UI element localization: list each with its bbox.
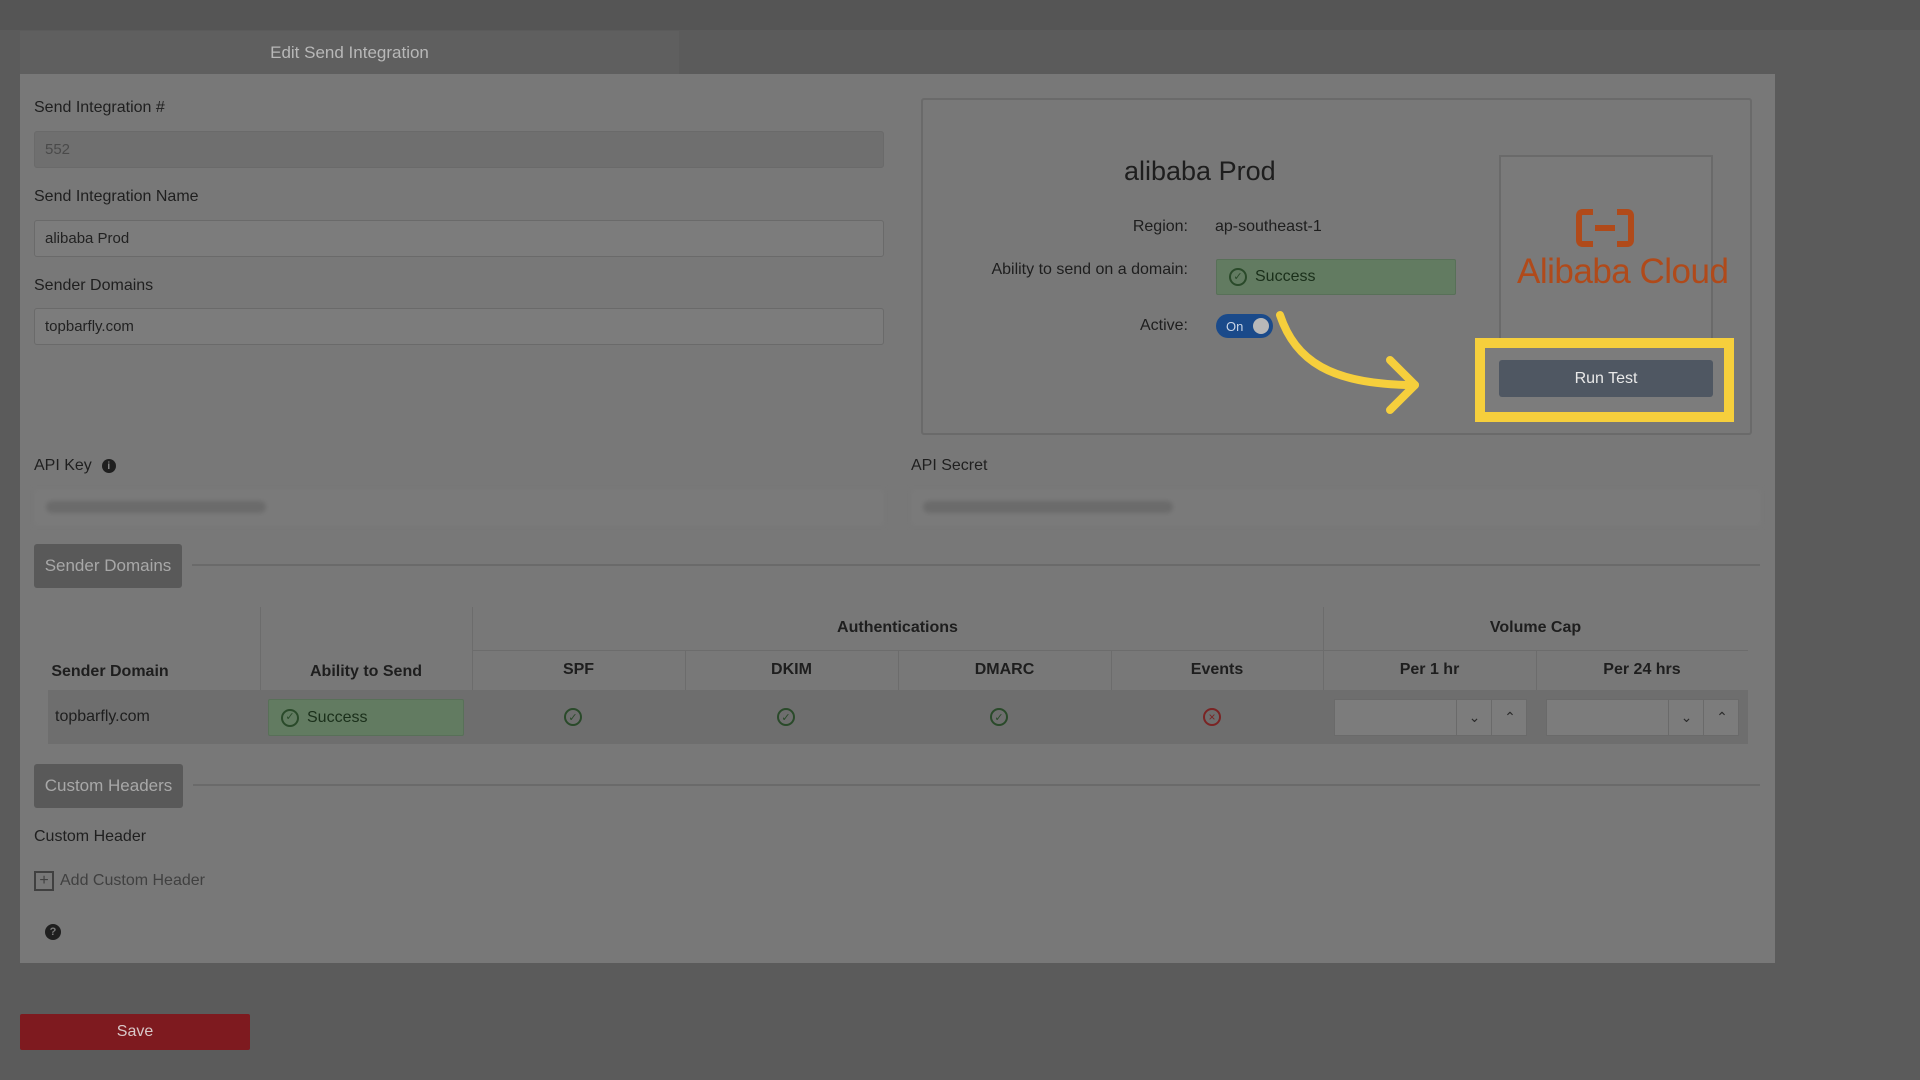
th-per-24-hrs: Per 24 hrs xyxy=(1603,661,1681,678)
save-button[interactable]: Save xyxy=(20,1014,250,1050)
row-ability-badge: ✓ Success xyxy=(268,699,464,736)
api-secret-label: API Secret xyxy=(911,457,988,474)
chevron-down-icon[interactable]: ⌄ xyxy=(1668,700,1704,735)
th-per-1-hr: Per 1 hr xyxy=(1399,661,1460,678)
section-divider xyxy=(192,564,1760,566)
per-24-hrs-increment[interactable]: ⌃ xyxy=(1703,699,1739,736)
ability-status-badge: ✓ Success xyxy=(1216,259,1456,295)
run-test-button[interactable]: Run Test xyxy=(1499,360,1713,397)
api-key-field[interactable] xyxy=(34,489,884,526)
custom-headers-section-button[interactable]: Custom Headers xyxy=(34,764,183,808)
row-ability-text: Success xyxy=(307,708,368,726)
per-1-hr-stepper[interactable]: ⌄ xyxy=(1334,699,1492,736)
th-authentications: Authentications xyxy=(837,619,958,636)
events-fail-icon: × xyxy=(1203,708,1221,726)
ability-status-text: Success xyxy=(1255,268,1316,285)
dmarc-pass-icon: ✓ xyxy=(990,708,1008,726)
integration-number-label: Send Integration # xyxy=(34,99,165,116)
check-circle-icon: ✓ xyxy=(1229,268,1247,286)
chevron-down-icon[interactable]: ⌄ xyxy=(1456,700,1492,735)
active-toggle[interactable]: On xyxy=(1216,314,1273,338)
th-dkim: DKIM xyxy=(771,661,812,678)
arrow-annotation-icon xyxy=(1276,311,1419,414)
help-icon[interactable]: ? xyxy=(45,924,61,940)
alibaba-cloud-icon xyxy=(1576,209,1634,247)
section-divider xyxy=(193,784,1760,786)
toggle-knob xyxy=(1253,318,1269,334)
add-custom-header-text: Add Custom Header xyxy=(60,872,205,889)
integration-name-label: Send Integration Name xyxy=(34,188,199,205)
region-label: Region: xyxy=(1132,218,1188,235)
per-24-hrs-stepper[interactable]: ⌄ xyxy=(1546,699,1704,736)
ability-label: Ability to send on a domain: xyxy=(991,261,1188,278)
th-ability-to-send: Ability to Send xyxy=(310,663,422,680)
info-icon[interactable]: i xyxy=(101,459,116,473)
dkim-pass-icon: ✓ xyxy=(777,708,795,726)
top-strip xyxy=(0,0,1920,30)
api-key-label-row: API Key i xyxy=(34,457,116,475)
page-title-tab: Edit Send Integration xyxy=(20,31,679,74)
integration-name-field[interactable]: alibaba Prod xyxy=(34,220,884,257)
sender-domains-label: Sender Domains xyxy=(34,277,154,294)
sender-domains-section-button[interactable]: Sender Domains xyxy=(34,544,182,588)
per-1-hr-increment[interactable]: ⌃ xyxy=(1491,699,1527,736)
active-toggle-text: On xyxy=(1226,318,1244,334)
sender-domains-field[interactable]: topbarfly.com xyxy=(34,308,884,345)
row-sender-domain: topbarfly.com xyxy=(55,708,150,725)
region-value: ap-southeast-1 xyxy=(1215,218,1322,235)
th-events: Events xyxy=(1190,661,1244,678)
alibaba-logo-box xyxy=(1499,155,1713,345)
th-dmarc: DMARC xyxy=(974,661,1035,678)
chevron-up-icon[interactable]: ⌃ xyxy=(1492,700,1528,735)
spf-pass-icon: ✓ xyxy=(564,708,582,726)
th-sender-domain: Sender Domain xyxy=(51,663,169,680)
chevron-up-icon[interactable]: ⌃ xyxy=(1704,700,1740,735)
table-divider xyxy=(472,650,1748,651)
add-custom-header-link[interactable]: + Add Custom Header xyxy=(34,871,205,891)
api-key-label: API Key xyxy=(34,457,92,474)
alibaba-logo-text: Alibaba Cloud xyxy=(1517,252,1729,291)
th-spf: SPF xyxy=(562,661,595,678)
card-title: alibaba Prod xyxy=(1124,156,1276,186)
check-circle-icon: ✓ xyxy=(281,708,299,727)
api-secret-field[interactable] xyxy=(911,489,1761,526)
plus-icon: + xyxy=(34,871,54,891)
th-volume-cap: Volume Cap xyxy=(1489,619,1582,636)
custom-header-label: Custom Header xyxy=(34,828,147,845)
active-label: Active: xyxy=(1139,317,1188,334)
integration-number-field: 552 xyxy=(34,131,884,168)
